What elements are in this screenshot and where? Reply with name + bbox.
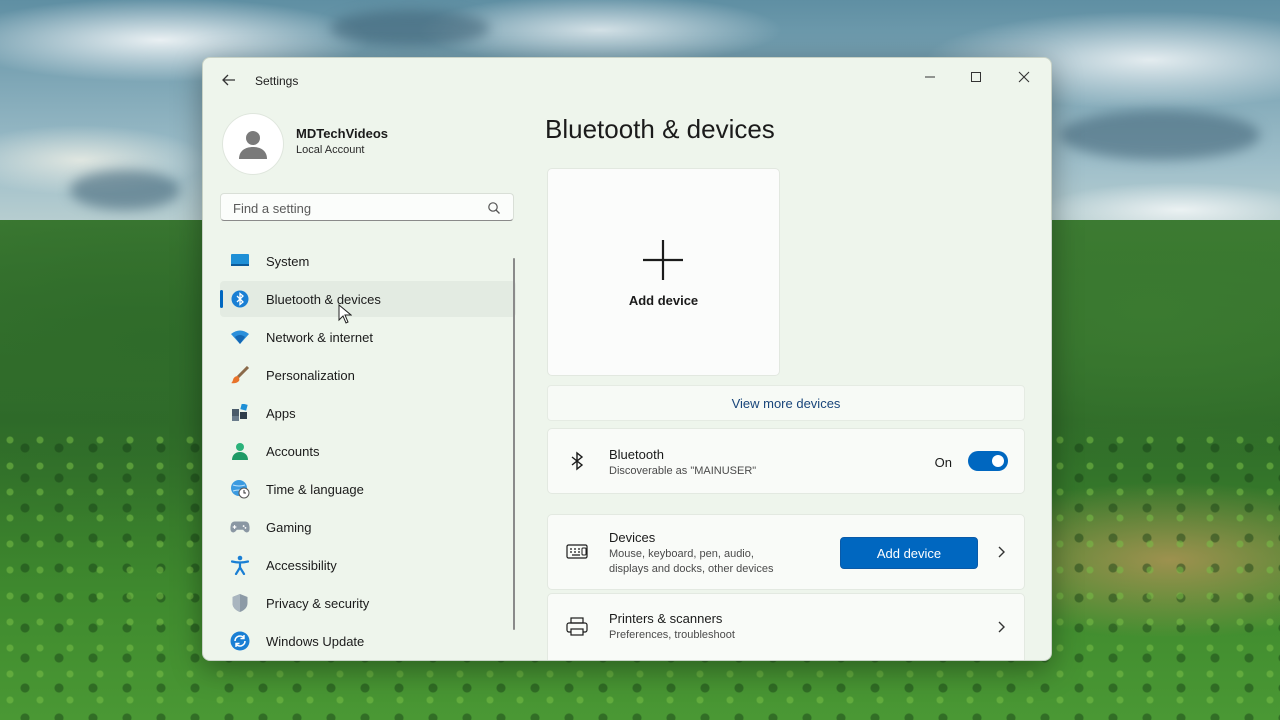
bluetooth-icon: [571, 451, 584, 471]
close-icon: [1018, 71, 1030, 83]
sidebar-item-label: Gaming: [266, 519, 312, 535]
title-bar[interactable]: Settings: [203, 58, 1051, 102]
bluetooth-icon: [230, 289, 250, 309]
maximize-icon: [971, 72, 981, 82]
bluetooth-title: Bluetooth: [609, 447, 664, 462]
gamepad-icon: [230, 517, 250, 537]
sidebar-item-gaming[interactable]: Gaming: [220, 509, 516, 545]
sidebar-item-label: Privacy & security: [266, 595, 370, 611]
user-name: MDTechVideos: [296, 126, 388, 141]
sidebar-item-label: System: [266, 253, 310, 269]
settings-window: Settings MDTechVideos Local Account Find…: [202, 57, 1052, 661]
avatar[interactable]: [223, 114, 283, 174]
keyboard-devices-icon: [566, 544, 588, 559]
search-icon[interactable]: [487, 201, 501, 215]
sidebar-item-accounts[interactable]: Accounts: [220, 433, 516, 469]
add-device-tile[interactable]: Add device: [547, 168, 780, 376]
sidebar-item-label: Apps: [266, 405, 296, 421]
sidebar-item-label: Network & internet: [266, 329, 373, 345]
add-device-tile-label: Add device: [628, 293, 699, 308]
cloud: [1060, 110, 1260, 160]
bluetooth-toggle[interactable]: [968, 451, 1008, 471]
search-input[interactable]: [231, 198, 485, 218]
devices-card[interactable]: Devices Mouse, keyboard, pen, audio, dis…: [547, 514, 1025, 590]
back-button[interactable]: [215, 68, 243, 92]
minimize-button[interactable]: [907, 62, 953, 92]
printers-subtitle: Preferences, troubleshoot: [609, 629, 735, 641]
bluetooth-subtitle: Discoverable as "MAINUSER": [609, 465, 757, 477]
cloud: [70, 170, 180, 210]
mouse-cursor-icon: [338, 304, 352, 324]
sidebar-item-label: Personalization: [266, 367, 355, 383]
monitor-icon: [230, 251, 250, 271]
sidebar-item-label: Windows Update: [266, 633, 365, 649]
sidebar-item-label: Accounts: [266, 443, 320, 459]
sidebar-item-privacy-security[interactable]: Privacy & security: [220, 585, 516, 621]
sidebar-item-time-language[interactable]: Time & language: [220, 471, 516, 507]
wifi-icon: [230, 327, 250, 347]
minimize-icon: [925, 76, 935, 78]
plus-icon: [643, 240, 683, 280]
accessibility-icon: [230, 555, 250, 575]
sidebar-item-personalization[interactable]: Personalization: [220, 357, 516, 393]
account-type: Local Account: [296, 144, 365, 156]
sidebar-item-system[interactable]: System: [220, 243, 516, 279]
user-avatar-icon: [239, 131, 267, 159]
bluetooth-card[interactable]: Bluetooth Discoverable as "MAINUSER" On: [547, 428, 1025, 494]
sidebar-item-label: Accessibility: [266, 557, 337, 573]
sidebar-item-accessibility[interactable]: Accessibility: [220, 547, 516, 583]
sidebar-nav: System Bluetooth & devices Network & int…: [220, 243, 516, 660]
cloud: [330, 10, 490, 46]
chevron-right-icon[interactable]: [996, 546, 1006, 558]
sidebar-item-label: Time & language: [266, 481, 364, 497]
close-button[interactable]: [1001, 62, 1047, 92]
printers-card[interactable]: Printers & scanners Preferences, trouble…: [547, 593, 1025, 660]
sidebar-item-windows-update[interactable]: Windows Update: [220, 623, 516, 659]
devices-subtitle-line1: Mouse, keyboard, pen, audio,: [609, 548, 754, 560]
update-icon: [230, 631, 250, 651]
window-title: Settings: [255, 74, 299, 88]
maximize-button[interactable]: [953, 62, 999, 92]
sidebar-item-network[interactable]: Network & internet: [220, 319, 516, 355]
apps-icon: [230, 403, 250, 423]
search-box[interactable]: [220, 193, 514, 221]
printers-title: Printers & scanners: [609, 611, 723, 626]
brush-icon: [230, 365, 250, 385]
sidebar-item-apps[interactable]: Apps: [220, 395, 516, 431]
sidebar-item-bluetooth[interactable]: Bluetooth & devices: [220, 281, 516, 317]
devices-title: Devices: [609, 530, 656, 545]
bluetooth-state-label: On: [934, 455, 952, 470]
page-title: Bluetooth & devices: [545, 114, 775, 144]
add-device-button[interactable]: Add device: [840, 537, 978, 569]
chevron-right-icon[interactable]: [996, 621, 1006, 633]
sidebar-scrollbar[interactable]: [513, 258, 515, 630]
devices-subtitle-line2: displays and docks, other devices: [609, 563, 774, 575]
sidebar-item-label: Bluetooth & devices: [266, 291, 381, 307]
printer-icon: [566, 617, 588, 636]
globe-clock-icon: [230, 479, 250, 499]
person-icon: [230, 441, 250, 461]
shield-icon: [230, 593, 250, 613]
arrow-left-icon: [222, 74, 235, 86]
view-more-devices-link[interactable]: View more devices: [547, 385, 1025, 421]
